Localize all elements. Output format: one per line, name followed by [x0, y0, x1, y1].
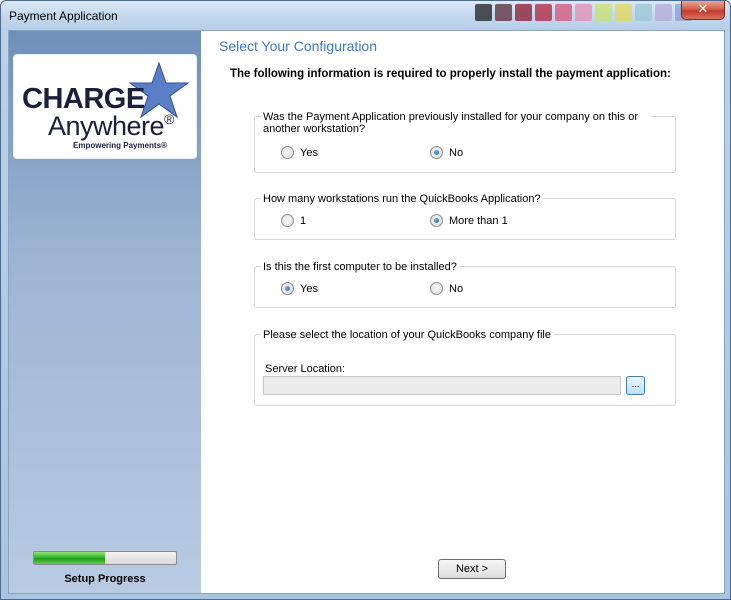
radio-checked-icon	[281, 282, 294, 295]
workstations-count-question: How many workstations run the QuickBooks…	[261, 193, 543, 205]
main-panel: Select Your Configuration The following …	[201, 31, 724, 593]
company-file-location-question: Please select the location of your Quick…	[261, 329, 553, 341]
radio-unchecked-icon	[430, 282, 443, 295]
background-color-swatches	[475, 4, 692, 22]
company-file-location-group: Please select the location of your Quick…	[254, 329, 676, 406]
title-bar[interactable]: Payment Application ✕	[1, 1, 730, 30]
workstations-more-radio[interactable]: More than 1	[430, 214, 508, 227]
logo-tagline: Empowering Payments®	[73, 141, 167, 150]
radio-unchecked-icon	[281, 214, 294, 227]
dialog-client-area: CHARGE Anywhere® Empowering Payments® Se…	[8, 30, 725, 594]
previously-installed-no-radio[interactable]: No	[430, 146, 463, 159]
first-computer-no-radio[interactable]: No	[430, 282, 463, 295]
page-title: Select Your Configuration	[219, 38, 377, 54]
app-window: Payment Application ✕ CHARGE Anywhere® E…	[0, 0, 731, 600]
workstations-one-radio[interactable]: 1	[281, 214, 306, 227]
first-computer-question: Is this the first computer to be install…	[261, 261, 459, 273]
intro-text: The following information is required to…	[230, 68, 671, 80]
close-icon: ✕	[697, 2, 709, 17]
setup-progress-fill	[34, 552, 105, 564]
next-button[interactable]: Next >	[438, 559, 506, 579]
browse-button[interactable]: ...	[626, 376, 645, 395]
previously-installed-group: Was the Payment Application previously i…	[254, 111, 676, 173]
setup-progress-bar	[33, 551, 177, 565]
first-computer-group: Is this the first computer to be install…	[254, 261, 676, 308]
previously-installed-question: Was the Payment Application previously i…	[261, 111, 651, 135]
charge-anywhere-logo: CHARGE Anywhere® Empowering Payments®	[13, 54, 197, 159]
setup-progress-label: Setup Progress	[64, 573, 146, 585]
radio-checked-icon	[430, 146, 443, 159]
window-title: Payment Application	[9, 9, 118, 23]
close-button[interactable]: ✕	[681, 1, 725, 20]
first-computer-yes-radio[interactable]: Yes	[281, 282, 318, 295]
previously-installed-yes-radio[interactable]: Yes	[281, 146, 318, 159]
radio-unchecked-icon	[281, 146, 294, 159]
sidebar: CHARGE Anywhere® Empowering Payments® Se…	[9, 31, 201, 593]
server-location-label: Server Location:	[265, 363, 346, 375]
workstations-count-group: How many workstations run the QuickBooks…	[254, 193, 676, 240]
radio-checked-icon	[430, 214, 443, 227]
server-location-input[interactable]	[263, 376, 621, 395]
next-button-label: Next >	[455, 563, 489, 575]
logo-line2: Anywhere®	[48, 111, 174, 141]
